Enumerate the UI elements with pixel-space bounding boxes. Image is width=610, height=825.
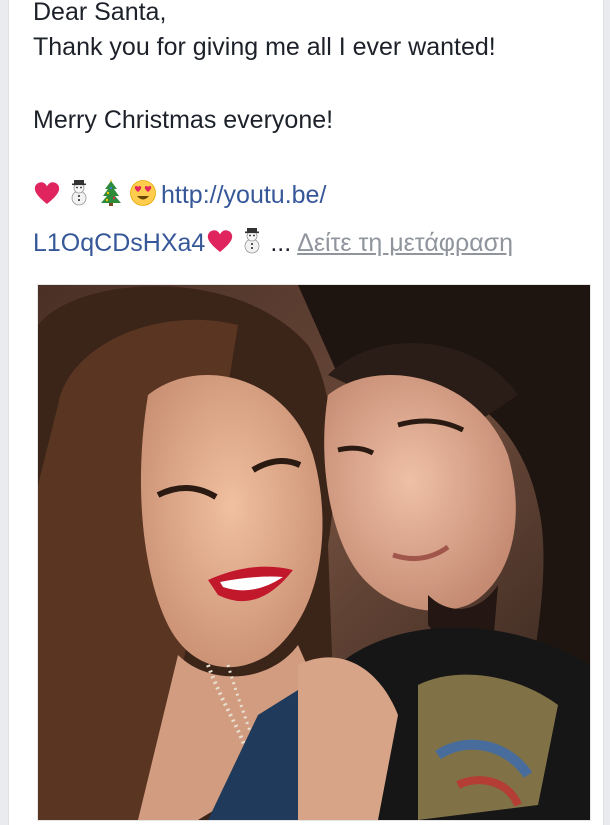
heart-emoji-icon <box>206 227 234 255</box>
heart-emoji-icon <box>33 179 61 207</box>
post-line-link-cont: L1OqCDsHXa4 ... Δείτε τη μετάφραση <box>33 225 513 262</box>
post-line-emojis-link: http://youtu.be/ <box>33 177 326 214</box>
ellipsis: ... <box>270 229 292 257</box>
post-card: Dear Santa, Thank you for giving me all … <box>8 0 604 825</box>
snowman-emoji-icon <box>238 227 266 255</box>
post-line-thanks: Thank you for giving me all I ever wante… <box>33 33 496 61</box>
see-translation-link[interactable]: Δείτε τη μετάφραση <box>297 229 513 257</box>
video-link-part1[interactable]: http://youtu.be/ <box>161 181 326 209</box>
snowman-emoji-icon <box>65 179 93 207</box>
post-line-merry: Merry Christmas everyone! <box>33 106 334 134</box>
page: Dear Santa, Thank you for giving me all … <box>0 0 610 825</box>
christmas-tree-emoji-icon <box>97 179 125 207</box>
heart-eyes-emoji-icon <box>129 179 157 207</box>
post-line-greeting: Dear Santa, <box>33 0 167 26</box>
video-link-part2[interactable]: L1OqCDsHXa4 <box>33 229 205 257</box>
photo-of-couple-icon <box>38 285 590 820</box>
post-photo[interactable] <box>37 284 591 821</box>
